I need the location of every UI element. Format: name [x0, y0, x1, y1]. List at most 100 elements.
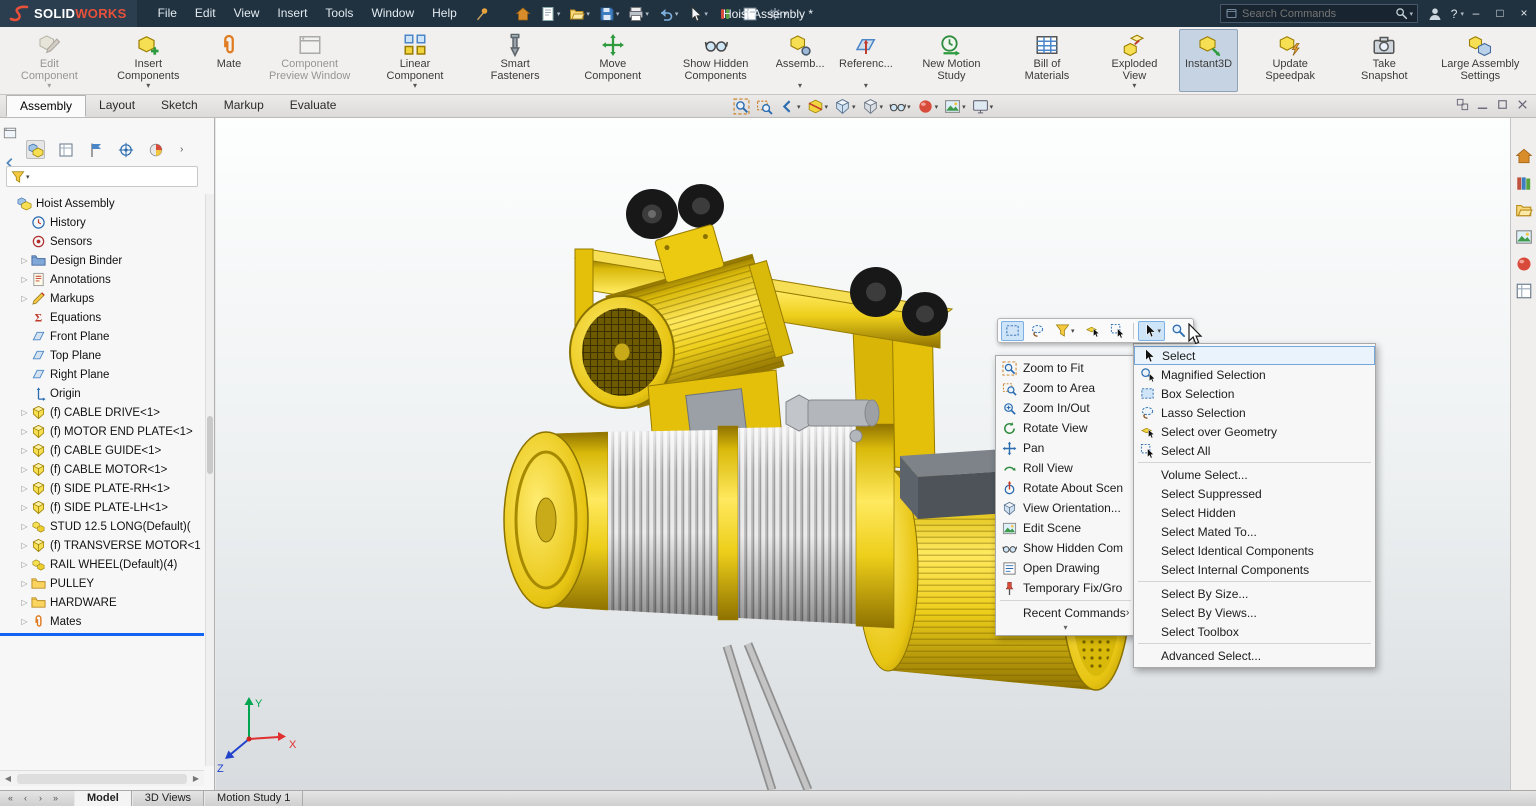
tree-item-right-plane[interactable]: Right Plane	[0, 365, 204, 384]
home-button[interactable]	[512, 4, 534, 24]
bottom-tab-motion-study-1[interactable]: Motion Study 1	[204, 791, 303, 806]
displaystyle-button[interactable]: ▾	[859, 97, 887, 116]
taskpane-scene-button[interactable]	[1514, 227, 1534, 247]
scene-button[interactable]: ▾	[941, 97, 969, 116]
user-account-icon[interactable]	[1427, 6, 1443, 22]
tree-item-origin[interactable]: Origin	[0, 384, 204, 403]
filterfunnel-button[interactable]: ▾	[1051, 321, 1079, 341]
tree-item-hardware[interactable]: ▷HARDWARE	[0, 593, 204, 612]
tree-item-pulley[interactable]: ▷PULLEY	[0, 574, 204, 593]
tree-item-history[interactable]: History	[0, 213, 204, 232]
ribbon-edit-component[interactable]: Edit Component▾	[4, 29, 95, 92]
menu-help[interactable]: Help	[423, 0, 466, 27]
expand-arrow-icon[interactable]: ▷	[18, 617, 31, 626]
section-button[interactable]: ▾	[804, 97, 832, 116]
viewsettings-button[interactable]: ▾	[969, 97, 997, 116]
manager-tab-asm[interactable]	[26, 140, 45, 159]
expand-arrow-icon[interactable]: ▷	[18, 446, 31, 455]
menu-item-select-all[interactable]: Select All	[1134, 441, 1375, 460]
menu-expand-chevron-icon[interactable]: ▾	[996, 623, 1135, 633]
graphics-viewport[interactable]: Y X Z ▾▾ Zoom to FitZoom to AreaZoom In/…	[216, 118, 1510, 790]
tree-item-top-plane[interactable]: Top Plane	[0, 346, 204, 365]
menu-item-select-internal-components[interactable]: Select Internal Components	[1134, 560, 1375, 579]
menu-item-select-suppressed[interactable]: Select Suppressed	[1134, 484, 1375, 503]
tree-item-f-motor-end-plate-1[interactable]: ▷(f) MOTOR END PLATE<1>	[0, 422, 204, 441]
minimize-button[interactable]: –	[1464, 0, 1488, 27]
tree-item-design-binder[interactable]: ▷Design Binder	[0, 251, 204, 270]
expand-arrow-icon[interactable]: ▷	[18, 275, 31, 284]
boxsel-button[interactable]	[1001, 321, 1024, 341]
ribbon-bill-of-materials[interactable]: Bill of Materials	[1004, 29, 1090, 92]
tree-item-mates[interactable]: ▷Mates	[0, 612, 204, 631]
viewsettings-caret-icon[interactable]: ▾	[990, 103, 994, 111]
scroll-left-button[interactable]: ◀	[0, 774, 16, 783]
taskpane-open-button[interactable]	[1514, 200, 1534, 220]
taskpane-home-button[interactable]	[1514, 146, 1534, 166]
search-box[interactable]: ▾	[1220, 4, 1418, 23]
tab-markup[interactable]: Markup	[211, 95, 277, 117]
menu-item-select-toolbox[interactable]: Select Toolbox	[1134, 622, 1375, 641]
manager-tab-pie[interactable]	[146, 140, 165, 159]
tree-horizontal-scrollbar[interactable]: ◀ ▶	[0, 770, 204, 786]
print-button[interactable]: ▾	[625, 4, 652, 24]
menu-item-box-selection[interactable]: Box Selection	[1134, 384, 1375, 403]
manager-tab-props[interactable]	[56, 140, 75, 159]
tree-item-f-cable-guide-1[interactable]: ▷(f) CABLE GUIDE<1>	[0, 441, 204, 460]
tree-item-rail-wheel-default-4[interactable]: ▷RAIL WHEEL(Default)(4)	[0, 555, 204, 574]
next-study-button[interactable]: ›	[34, 791, 47, 806]
tree-item-equations[interactable]: ΣEquations	[0, 308, 204, 327]
menu-file[interactable]: File	[149, 0, 186, 27]
print-caret-icon[interactable]: ▾	[645, 10, 649, 18]
menu-item-rotate-view[interactable]: Rotate View	[996, 418, 1135, 438]
tab-layout[interactable]: Layout	[86, 95, 148, 117]
menu-item-select-by-views[interactable]: Select By Views...	[1134, 603, 1375, 622]
filterfunnel-caret-icon[interactable]: ▾	[1071, 327, 1075, 335]
menu-item-edit-scene[interactable]: Edit Scene	[996, 518, 1135, 538]
tree-item-sensors[interactable]: Sensors	[0, 232, 204, 251]
scroll-right-button[interactable]: ▶	[188, 774, 204, 783]
newdoc-button[interactable]: ▾	[537, 4, 564, 24]
tab-evaluate[interactable]: Evaluate	[277, 95, 350, 117]
filter-caret-icon[interactable]: ▾	[26, 173, 30, 181]
tree-vertical-scrollbar[interactable]	[205, 194, 214, 766]
newdoc-caret-icon[interactable]: ▾	[557, 10, 561, 18]
ribbon-exploded-view[interactable]: Exploded View▾	[1092, 29, 1176, 92]
tree-item-stud-12-5-long-default[interactable]: ▷STUD 12.5 LONG(Default)(	[0, 517, 204, 536]
expand-arrow-icon[interactable]: ▷	[18, 256, 31, 265]
tree-item-f-transverse-motor-1[interactable]: ▷(f) TRANSVERSE MOTOR<1	[0, 536, 204, 555]
ribbon-new-motion-study[interactable]: New Motion Study	[901, 29, 1002, 92]
ribbon-referenc[interactable]: Referenc...▾	[833, 29, 899, 92]
tree-item-markups[interactable]: ▷Markups	[0, 289, 204, 308]
maximize-button[interactable]: □	[1488, 0, 1512, 27]
tree-item-front-plane[interactable]: Front Plane	[0, 327, 204, 346]
menu-window[interactable]: Window	[362, 0, 423, 27]
cursor-caret-icon[interactable]: ▾	[1158, 327, 1162, 335]
ribbon-linear-component-pattern[interactable]: Linear Component Pattern▾	[363, 29, 466, 92]
pin-toolbar-icon[interactable]	[474, 6, 490, 22]
bottom-tab-model[interactable]: Model	[74, 791, 132, 806]
section-caret-icon[interactable]: ▾	[825, 103, 829, 111]
menu-item-zoom-to-area[interactable]: Zoom to Area	[996, 378, 1135, 398]
expand-arrow-icon[interactable]: ▷	[18, 408, 31, 417]
cursorw-button[interactable]: ▾	[684, 4, 711, 24]
manager-tab-flag[interactable]	[86, 140, 105, 159]
tree-end-bar[interactable]	[0, 633, 204, 636]
ribbon-mate[interactable]: Mate	[202, 29, 256, 92]
wintile-button[interactable]	[1455, 97, 1470, 112]
cursorw-caret-icon[interactable]: ▾	[704, 10, 708, 18]
winrest-button[interactable]	[1495, 97, 1510, 112]
winclose-button[interactable]	[1515, 97, 1530, 112]
expand-arrow-icon[interactable]: ▷	[18, 427, 31, 436]
menu-item-select-hidden[interactable]: Select Hidden	[1134, 503, 1375, 522]
last-study-button[interactable]: »	[49, 791, 62, 806]
undo-button[interactable]: ▾	[655, 4, 682, 24]
expand-arrow-icon[interactable]: ▷	[18, 503, 31, 512]
taskpane-ball-button[interactable]	[1514, 254, 1534, 274]
menu-view[interactable]: View	[225, 0, 269, 27]
open-caret-icon[interactable]: ▾	[586, 10, 590, 18]
ribbon-assemb[interactable]: Assemb...▾	[769, 29, 831, 92]
expand-arrow-icon[interactable]: ▷	[18, 560, 31, 569]
tree-item-hoist-assembly[interactable]: Hoist Assembly	[0, 194, 204, 213]
scene-caret-icon[interactable]: ▾	[962, 103, 966, 111]
tab-assembly[interactable]: Assembly	[6, 95, 86, 117]
